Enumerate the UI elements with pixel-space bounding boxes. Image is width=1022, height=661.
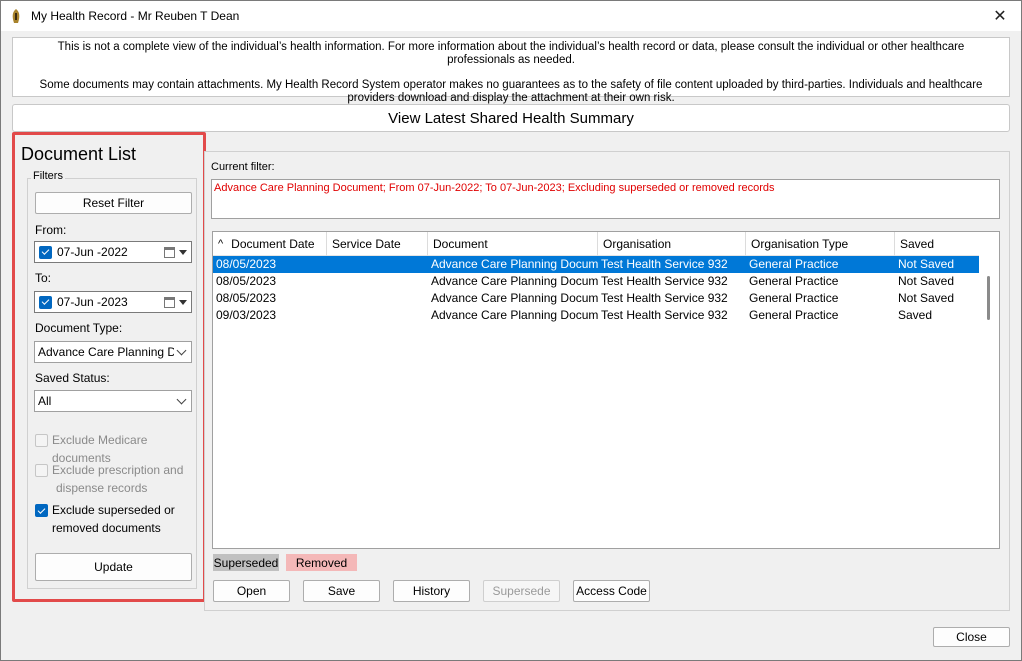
supersede-button[interactable]: Supersede bbox=[483, 580, 560, 602]
to-date-picker[interactable]: 07-Jun -2023 bbox=[34, 291, 192, 313]
app-logo-icon bbox=[12, 9, 20, 23]
scrollbar-thumb[interactable] bbox=[987, 276, 990, 320]
cell-organisation-type: General Practice bbox=[749, 257, 839, 271]
cell-document-date: 08/05/2023 bbox=[216, 291, 277, 305]
documents-table[interactable]: ^ Document Date Service Date Document Or… bbox=[212, 231, 1000, 549]
filters-legend: Filters bbox=[31, 170, 65, 182]
current-filter-text: Advance Care Planning Document; From 07-… bbox=[211, 179, 1000, 219]
cell-document-date: 08/05/2023 bbox=[216, 274, 277, 288]
cell-organisation: Test Health Service 932 bbox=[601, 274, 728, 288]
table-scrollbar[interactable] bbox=[979, 256, 999, 548]
from-date-value: 07-Jun -2022 bbox=[57, 245, 128, 259]
disclaimer-notice: This is not a complete view of the indiv… bbox=[12, 37, 1010, 104]
history-button[interactable]: History bbox=[393, 580, 470, 602]
document-type-select[interactable]: Advance Care Planning Document bbox=[34, 341, 192, 363]
cell-organisation: Test Health Service 932 bbox=[601, 257, 728, 271]
column-saved[interactable]: Saved bbox=[895, 232, 979, 256]
calendar-icon bbox=[164, 297, 175, 308]
from-date-checkbox[interactable] bbox=[39, 245, 52, 259]
document-list-panel: Document List Filters Reset Filter From:… bbox=[12, 132, 206, 602]
chevron-down-icon bbox=[176, 345, 187, 356]
superseded-legend: Superseded bbox=[213, 554, 279, 571]
exclude-superseded-label: Exclude superseded or removed documents bbox=[52, 501, 175, 537]
exclude-prescription-option[interactable]: Exclude prescription and dispense record… bbox=[35, 461, 183, 497]
to-label: To: bbox=[35, 271, 52, 285]
cell-service-date bbox=[327, 256, 428, 273]
cell-document-date: 08/05/2023 bbox=[216, 257, 277, 271]
cell-organisation-type: General Practice bbox=[749, 274, 839, 288]
cell-organisation: Test Health Service 932 bbox=[601, 308, 728, 322]
from-date-picker[interactable]: 07-Jun -2022 bbox=[34, 241, 192, 263]
exclude-superseded-line-1: Exclude superseded or bbox=[52, 503, 175, 517]
exclude-prescription-line-1: Exclude prescription and bbox=[52, 463, 184, 477]
saved-status-select[interactable]: All bbox=[34, 390, 192, 412]
window-close-button[interactable]: ✕ bbox=[979, 1, 1021, 31]
saved-status-label: Saved Status: bbox=[35, 371, 110, 385]
cell-organisation: Test Health Service 932 bbox=[601, 291, 728, 305]
dropdown-arrow-icon bbox=[179, 250, 187, 255]
exclude-prescription-label: Exclude prescription and dispense record… bbox=[52, 461, 183, 497]
cell-service-date bbox=[327, 307, 428, 324]
table-row[interactable]: 09/03/2023 Advance Care Planning Documen… bbox=[213, 307, 979, 324]
from-label: From: bbox=[35, 223, 67, 237]
cell-service-date bbox=[327, 273, 428, 290]
cell-document-date: 09/03/2023 bbox=[216, 308, 277, 322]
sort-ascending-icon: ^ bbox=[218, 237, 224, 250]
exclude-prescription-line-2: dispense records bbox=[56, 481, 148, 495]
open-button[interactable]: Open bbox=[213, 580, 290, 602]
title-bar: My Health Record - Mr Reuben T Dean ✕ bbox=[1, 1, 1021, 31]
column-document[interactable]: Document bbox=[428, 232, 598, 256]
save-button[interactable]: Save bbox=[303, 580, 380, 602]
exclude-superseded-option[interactable]: Exclude superseded or removed documents bbox=[35, 501, 175, 537]
document-type-label: Document Type: bbox=[35, 321, 123, 335]
close-button[interactable]: Close bbox=[933, 627, 1010, 647]
cell-saved: Not Saved bbox=[898, 291, 955, 305]
document-list-title: Document List bbox=[21, 144, 137, 164]
removed-legend: Removed bbox=[286, 554, 357, 571]
dropdown-arrow-icon bbox=[179, 300, 187, 305]
column-service-date[interactable]: Service Date bbox=[327, 232, 428, 256]
saved-status-value: All bbox=[38, 394, 52, 408]
cell-document: Advance Care Planning Document bbox=[431, 274, 598, 288]
current-filter-label: Current filter: bbox=[211, 161, 275, 173]
cell-saved: Saved bbox=[898, 308, 933, 322]
cell-organisation-type: General Practice bbox=[749, 291, 839, 305]
exclude-medicare-checkbox[interactable] bbox=[35, 434, 48, 447]
dialog-window: My Health Record - Mr Reuben T Dean ✕ Th… bbox=[0, 0, 1022, 661]
column-document-date-label: Document Date bbox=[231, 236, 315, 251]
calendar-icon bbox=[164, 247, 175, 258]
column-organisation-type[interactable]: Organisation Type bbox=[746, 232, 895, 256]
reset-filter-button[interactable]: Reset Filter bbox=[35, 192, 192, 214]
cell-saved: Not Saved bbox=[898, 274, 955, 288]
table-row[interactable]: 08/05/2023 Advance Care Planning Documen… bbox=[213, 256, 979, 273]
column-document-date[interactable]: ^ Document Date bbox=[213, 232, 327, 256]
access-code-button[interactable]: Access Code bbox=[573, 580, 650, 602]
exclude-prescription-checkbox[interactable] bbox=[35, 464, 48, 477]
close-icon: ✕ bbox=[993, 8, 1007, 25]
table-row[interactable]: 08/05/2023 Advance Care Planning Documen… bbox=[213, 290, 979, 307]
table-row[interactable]: 08/05/2023 Advance Care Planning Documen… bbox=[213, 273, 979, 290]
document-type-value: Advance Care Planning Document bbox=[38, 345, 174, 359]
cell-document: Advance Care Planning Document bbox=[431, 308, 598, 322]
exclude-superseded-checkbox[interactable] bbox=[35, 504, 48, 517]
disclaimer-line-1: This is not a complete view of the indiv… bbox=[57, 41, 965, 66]
to-date-checkbox[interactable] bbox=[39, 295, 52, 309]
cell-service-date bbox=[327, 290, 428, 307]
cell-organisation-type: General Practice bbox=[749, 308, 839, 322]
cell-document: Advance Care Planning Document bbox=[431, 291, 598, 305]
cell-saved: Not Saved bbox=[898, 257, 955, 271]
view-shared-health-summary-button[interactable]: View Latest Shared Health Summary bbox=[12, 104, 1010, 132]
disclaimer-line-2: Some documents may contain attachments. … bbox=[39, 79, 983, 104]
exclude-superseded-line-2: removed documents bbox=[52, 521, 161, 535]
to-date-value: 07-Jun -2023 bbox=[57, 295, 128, 309]
column-organisation[interactable]: Organisation bbox=[598, 232, 746, 256]
window-title: My Health Record - Mr Reuben T Dean bbox=[31, 9, 240, 23]
table-header: ^ Document Date Service Date Document Or… bbox=[213, 232, 999, 256]
update-button[interactable]: Update bbox=[35, 553, 192, 581]
chevron-down-icon bbox=[176, 394, 187, 405]
cell-document: Advance Care Planning Document bbox=[431, 257, 598, 271]
